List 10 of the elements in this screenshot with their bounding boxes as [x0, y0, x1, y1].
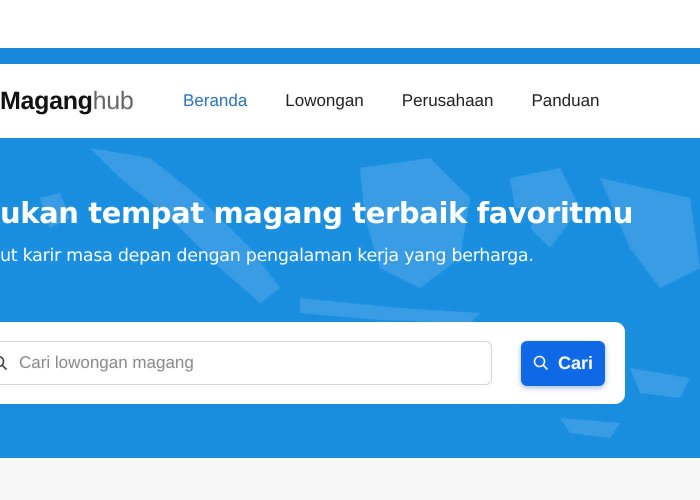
nav-link[interactable]: Lowongan — [285, 91, 364, 111]
nav-link[interactable]: Beranda — [183, 91, 248, 111]
logo[interactable]: Maganghub — [0, 86, 183, 116]
search-button[interactable]: Cari — [521, 340, 605, 386]
search-icon — [532, 355, 549, 371]
hero-title: ukan tempat magang terbaik favoritmu — [0, 196, 634, 230]
nav-link[interactable]: Panduan — [531, 91, 600, 111]
search-field[interactable]: Cari lowongan magang — [0, 341, 492, 385]
hero-subtitle: ut karir masa depan dengan pengalaman kerja yang berharga. — [0, 246, 535, 266]
nav-link[interactable]: Perusahaan — [402, 91, 494, 111]
